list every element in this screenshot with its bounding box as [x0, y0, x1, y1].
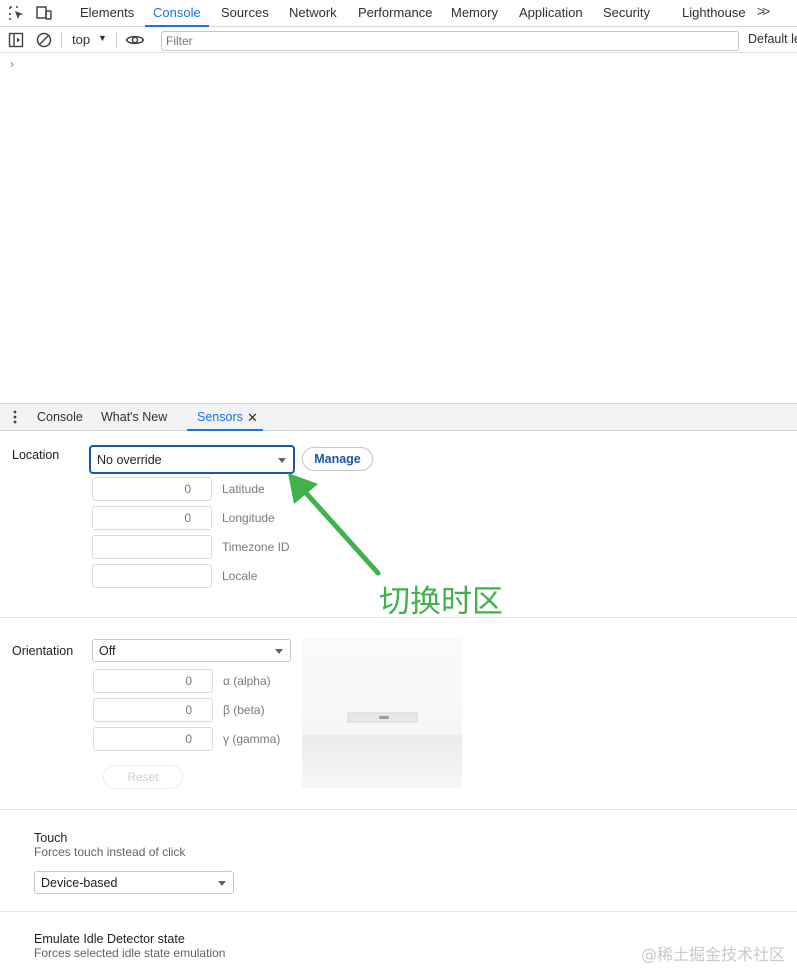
beta-label: β (beta)	[223, 703, 265, 717]
location-select-value: No override	[97, 452, 162, 467]
touch-select-value: Device-based	[41, 875, 118, 890]
context-selector[interactable]: top	[72, 32, 90, 47]
touch-title: Touch	[34, 831, 68, 845]
gamma-label: γ (gamma)	[223, 732, 281, 746]
orientation-label: Orientation	[12, 644, 74, 658]
section-divider	[0, 617, 797, 618]
toolbar-divider	[61, 32, 62, 48]
drawer-tab-bar: Console What's New Sensors ✕	[0, 403, 797, 431]
filter-input[interactable]	[161, 31, 739, 51]
location-label: Location	[12, 448, 60, 462]
clear-console-icon[interactable]	[35, 31, 53, 49]
touch-select[interactable]: Device-based	[34, 871, 234, 894]
tab-lighthouse[interactable]: Lighthouse	[682, 0, 746, 27]
latitude-label: Latitude	[222, 482, 265, 496]
annotation-text: 切换时区	[379, 584, 503, 620]
tab-performance[interactable]: Performance	[358, 0, 432, 27]
beta-input[interactable]: 0	[93, 698, 213, 722]
tab-sources[interactable]: Sources	[221, 0, 269, 27]
longitude-label: Longitude	[222, 511, 275, 525]
chevron-down-icon	[218, 880, 226, 886]
idle-title: Emulate Idle Detector state	[34, 932, 185, 946]
close-icon[interactable]: ✕	[247, 410, 258, 426]
toolbar-divider	[116, 32, 117, 48]
tab-application[interactable]: Application	[519, 0, 583, 27]
section-divider	[0, 809, 797, 810]
reset-button[interactable]: Reset	[103, 765, 183, 789]
alpha-input[interactable]: 0	[93, 669, 213, 693]
watermark: @稀土掘金技术社区	[641, 945, 786, 964]
log-levels-dropdown[interactable]: Default le	[748, 32, 797, 46]
timezone-input[interactable]	[92, 535, 212, 559]
device-orientation-preview[interactable]	[302, 638, 462, 788]
chevron-down-icon	[278, 457, 286, 463]
tab-network[interactable]: Network	[289, 0, 337, 27]
eye-icon[interactable]	[125, 31, 145, 49]
devtools-tab-bar: Elements Console Sources Network Perform…	[0, 0, 797, 27]
tab-memory[interactable]: Memory	[451, 0, 498, 27]
drawer-tab-console[interactable]: Console	[37, 404, 83, 431]
chevron-down-icon	[275, 648, 283, 654]
manage-button[interactable]: Manage	[302, 447, 373, 471]
orientation-select[interactable]: Off	[92, 639, 291, 662]
tab-security[interactable]: Security	[603, 0, 650, 27]
alpha-label: α (alpha)	[223, 674, 271, 688]
orientation-select-value: Off	[99, 643, 116, 658]
console-prompt[interactable]: ›	[10, 57, 14, 71]
annotation-arrow-icon	[288, 473, 381, 576]
idle-description: Forces selected idle state emulation	[34, 946, 226, 960]
section-divider	[0, 911, 797, 912]
more-options-icon[interactable]	[12, 409, 18, 425]
drawer-tab-whats-new[interactable]: What's New	[101, 404, 167, 431]
sidebar-toggle-icon[interactable]	[7, 31, 25, 49]
longitude-input[interactable]: 0	[92, 506, 212, 530]
locale-input[interactable]	[92, 564, 212, 588]
locale-label: Locale	[222, 569, 258, 583]
chevron-down-icon[interactable]: ▼	[98, 33, 107, 43]
inspect-element-icon[interactable]	[8, 5, 26, 21]
location-select[interactable]: No override	[89, 445, 295, 474]
more-tabs-button[interactable]: >>	[757, 3, 770, 19]
touch-description: Forces touch instead of click	[34, 845, 186, 859]
device-toolbar-icon[interactable]	[35, 5, 53, 21]
tab-elements[interactable]: Elements	[80, 0, 134, 27]
latitude-input[interactable]: 0	[92, 477, 212, 501]
tab-console[interactable]: Console	[145, 0, 209, 27]
gamma-input[interactable]: 0	[93, 727, 213, 751]
